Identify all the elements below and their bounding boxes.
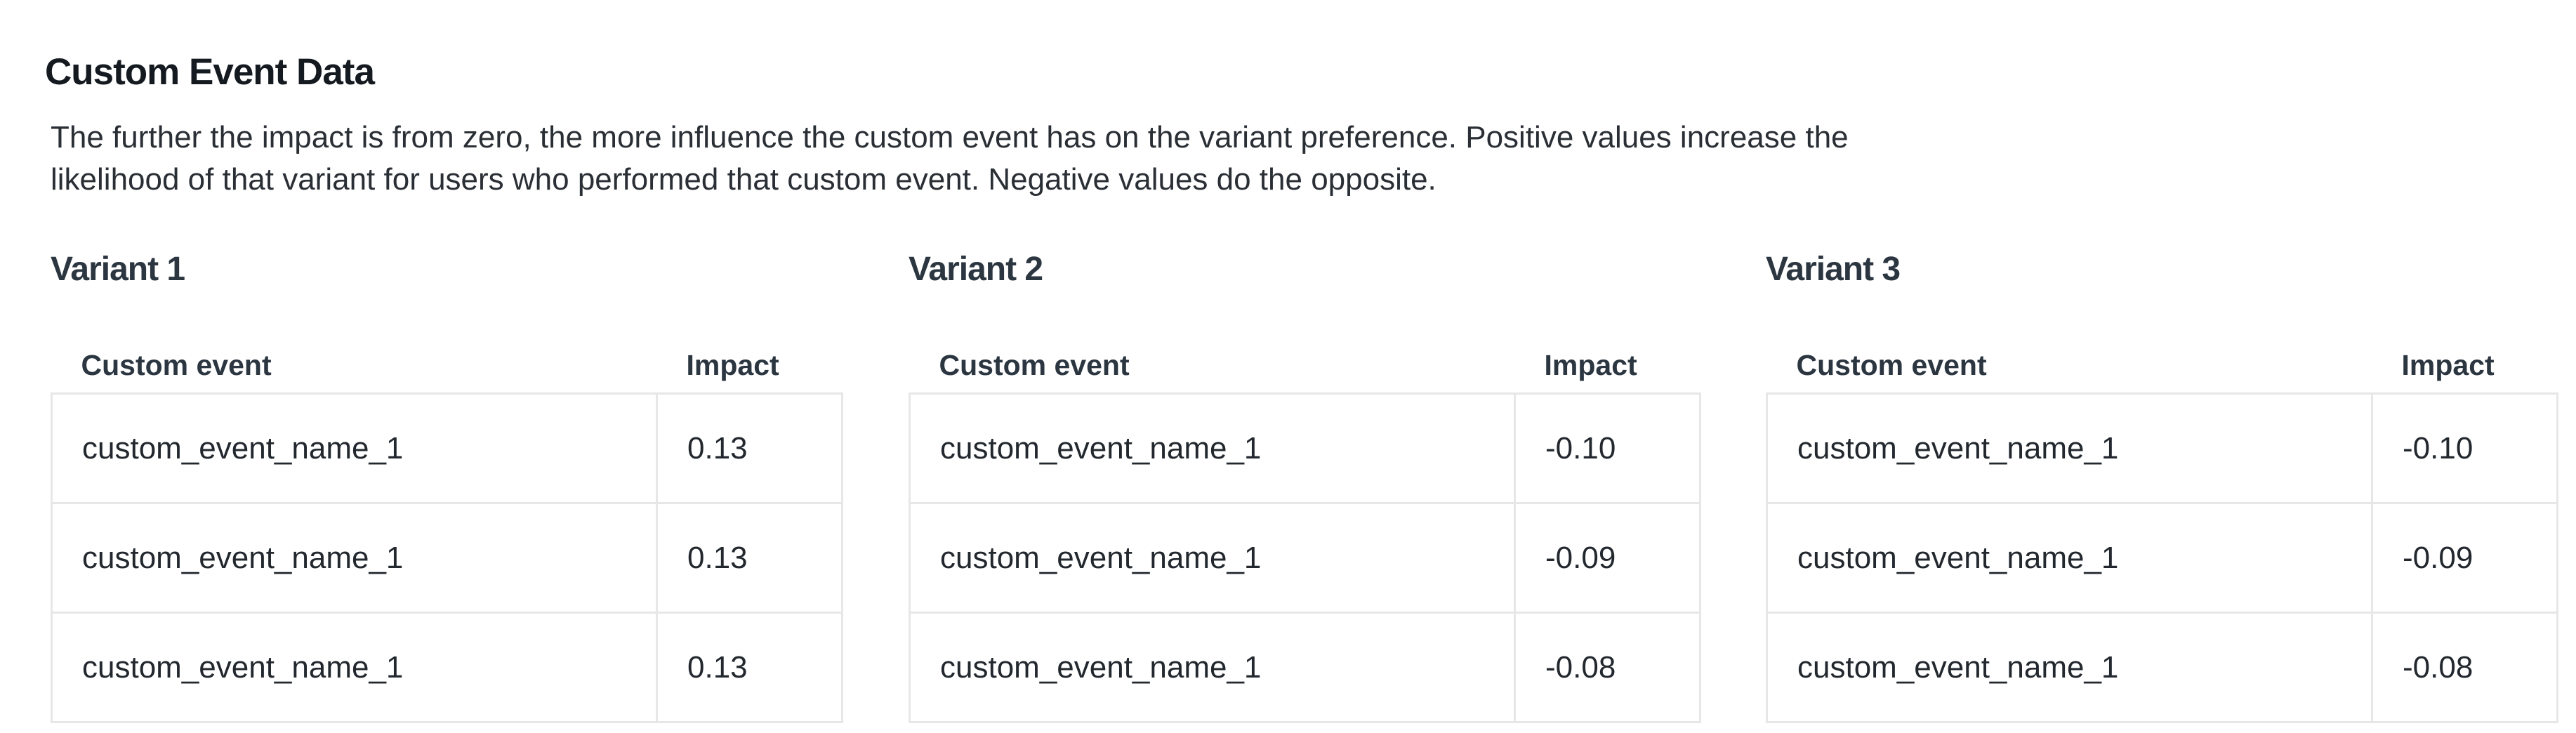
impact-cell: 0.13 [656, 502, 843, 614]
custom-event-cell: custom_event_name_1 [1766, 502, 2373, 614]
table-row: custom_event_name_1 -0.10 [909, 392, 1701, 504]
variant-3-table-header: Custom event Impact [1767, 338, 2558, 394]
column-header-impact: Impact [2401, 348, 2495, 381]
variant-3-panel: Variant 3 Custom event Impact custom_eve… [1766, 250, 2558, 723]
impact-cell: 0.13 [656, 612, 843, 723]
custom-event-cell: custom_event_name_1 [909, 392, 1516, 504]
custom-event-cell: custom_event_name_1 [51, 502, 658, 614]
variant-3-title: Variant 3 [1766, 251, 1901, 288]
variant-2-table-body: custom_event_name_1 -0.10 custom_event_n… [909, 392, 1701, 723]
table-row: custom_event_name_1 -0.10 [1766, 392, 2558, 504]
custom-event-cell: custom_event_name_1 [1766, 392, 2373, 504]
table-header-row: Custom event Impact [910, 338, 1700, 394]
variant-1-table-header: Custom event Impact [52, 338, 843, 394]
variant-3-table-body: custom_event_name_1 -0.10 custom_event_n… [1766, 392, 2558, 723]
variant-2-title: Variant 2 [909, 251, 1043, 288]
impact-cell: -0.08 [2371, 612, 2558, 723]
variant-1-title: Variant 1 [51, 251, 185, 288]
table-row: custom_event_name_1 -0.08 [909, 612, 1701, 723]
variant-1-table-body: custom_event_name_1 0.13 custom_event_na… [51, 392, 843, 723]
variant-1-panel: Variant 1 Custom event Impact custom_eve… [51, 250, 843, 723]
impact-cell: -0.09 [1514, 502, 1701, 614]
table-row: custom_event_name_1 0.13 [51, 612, 843, 723]
column-header-impact: Impact [1544, 348, 1637, 381]
impact-cell: -0.10 [2371, 392, 2558, 504]
table-row: custom_event_name_1 -0.09 [909, 502, 1701, 614]
custom-event-cell: custom_event_name_1 [909, 612, 1516, 723]
impact-cell: -0.09 [2371, 502, 2558, 614]
custom-event-cell: custom_event_name_1 [51, 392, 658, 504]
column-header-impact: Impact [686, 348, 779, 381]
impact-cell: -0.10 [1514, 392, 1701, 504]
table-header-row: Custom event Impact [52, 338, 843, 394]
custom-event-cell: custom_event_name_1 [1766, 612, 2373, 723]
variant-2-panel: Variant 2 Custom event Impact custom_eve… [909, 250, 1701, 723]
column-header-custom-event: Custom event [939, 348, 1130, 381]
impact-cell: -0.08 [1514, 612, 1701, 723]
table-row: custom_event_name_1 0.13 [51, 502, 843, 614]
table-row: custom_event_name_1 -0.09 [1766, 502, 2558, 614]
custom-event-cell: custom_event_name_1 [909, 502, 1516, 614]
impact-cell: 0.13 [656, 392, 843, 504]
section-title: Custom Event Data [45, 51, 375, 93]
section-description: The further the impact is from zero, the… [51, 120, 1849, 197]
table-header-row: Custom event Impact [1767, 338, 2558, 394]
table-row: custom_event_name_1 0.13 [51, 392, 843, 504]
variant-2-table: Custom event Impact custom_event_name_1 … [909, 338, 1701, 723]
variant-2-table-header: Custom event Impact [910, 338, 1700, 394]
variant-1-table: Custom event Impact custom_event_name_1 … [51, 338, 843, 723]
custom-event-cell: custom_event_name_1 [51, 612, 658, 723]
column-header-custom-event: Custom event [1796, 348, 1987, 381]
column-header-custom-event: Custom event [81, 348, 272, 381]
custom-event-data-page: Custom Event Data The further the impact… [0, 0, 2576, 733]
variant-3-table: Custom event Impact custom_event_name_1 … [1766, 338, 2558, 723]
table-row: custom_event_name_1 -0.08 [1766, 612, 2558, 723]
